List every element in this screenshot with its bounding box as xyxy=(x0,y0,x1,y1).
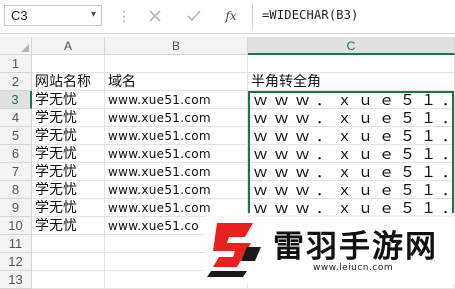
cell-a1[interactable] xyxy=(32,55,105,73)
row-header-2[interactable]: 2 xyxy=(0,73,32,91)
cell-a2[interactable]: 网站名称 xyxy=(32,73,105,91)
insert-function-button[interactable]: fx xyxy=(218,4,244,28)
cell-a8[interactable]: 学无忧 xyxy=(32,181,105,199)
cell-b3[interactable]: www.xue51.com xyxy=(105,91,248,109)
cell-a7[interactable]: 学无忧 xyxy=(32,163,105,181)
row-header-5[interactable]: 5 xyxy=(0,127,32,145)
cell-a6[interactable]: 学无忧 xyxy=(32,145,105,163)
cell-a9[interactable]: 学无忧 xyxy=(32,199,105,217)
row-header-6[interactable]: 6 xyxy=(0,145,32,163)
select-all-triangle-icon xyxy=(21,44,29,52)
column-header-a[interactable]: A xyxy=(32,37,105,55)
cell-c2[interactable]: 半角转全角 xyxy=(248,73,455,91)
cell-a10[interactable]: 学无忧 xyxy=(32,217,105,235)
cell-a3[interactable]: 学无忧 xyxy=(32,91,105,109)
row-header-1[interactable]: 1 xyxy=(0,55,32,73)
row-header-4[interactable]: 4 xyxy=(0,109,32,127)
cell-a4[interactable]: 学无忧 xyxy=(32,109,105,127)
cell-c7[interactable]: ｗｗｗ．ｘｕｅ５１．ｃｏｍ xyxy=(248,163,455,181)
row-header-7[interactable]: 7 xyxy=(0,163,32,181)
fx-icon: fx xyxy=(225,9,237,23)
formula-bar: C3 ▾ ⋮ fx =WIDECHAR(B3) xyxy=(0,0,455,34)
formula-input[interactable]: =WIDECHAR(B3) xyxy=(262,8,359,22)
cancel-button[interactable] xyxy=(142,4,168,28)
cell-b2[interactable]: 域名 xyxy=(105,73,248,91)
column-header-b[interactable]: B xyxy=(105,37,248,55)
vertical-ellipsis-icon: ⋮ xyxy=(117,8,131,24)
cell-c3[interactable]: ｗｗｗ．ｘｕｅ５１．ｃｏｍ xyxy=(248,91,455,109)
chevron-down-icon[interactable]: ▾ xyxy=(91,9,96,20)
cell-a13[interactable] xyxy=(32,271,105,289)
row-header-8[interactable]: 8 xyxy=(0,181,32,199)
cell-b7[interactable]: www.xue51.com xyxy=(105,163,248,181)
row-header-10[interactable]: 10 xyxy=(0,217,32,235)
row-header-11[interactable]: 11 xyxy=(0,235,32,253)
row-header-13[interactable]: 13 xyxy=(0,271,32,289)
enter-button[interactable] xyxy=(181,4,207,28)
row-header-3[interactable]: 3 xyxy=(0,91,32,109)
cell-b1[interactable] xyxy=(105,55,248,73)
cell-c5[interactable]: ｗｗｗ．ｘｕｅ５１．ｃｏｍ xyxy=(248,127,455,145)
cell-a11[interactable] xyxy=(32,235,105,253)
divider xyxy=(252,3,253,30)
cell-b4[interactable]: www.xue51.com xyxy=(105,109,248,127)
name-box[interactable]: C3 ▾ xyxy=(4,5,102,26)
watermark-title: 雷羽手游网 xyxy=(273,229,438,265)
cell-c4[interactable]: ｗｗｗ．ｘｕｅ５１．ｃｏｍ xyxy=(248,109,455,127)
name-box-value: C3 xyxy=(11,8,28,23)
cell-b5[interactable]: www.xue51.com xyxy=(105,127,248,145)
cell-c1[interactable] xyxy=(248,55,455,73)
cell-b6[interactable]: www.xue51.com xyxy=(105,145,248,163)
row-header-12[interactable]: 12 xyxy=(0,253,32,271)
cell-a12[interactable] xyxy=(32,253,105,271)
watermark-url: www.leiucn.com xyxy=(313,263,394,273)
close-icon xyxy=(149,10,161,22)
cell-b8[interactable]: www.xue51.com xyxy=(105,181,248,199)
logo-icon xyxy=(207,223,261,277)
cell-a5[interactable]: 学无忧 xyxy=(32,127,105,145)
select-all-button[interactable] xyxy=(0,37,32,55)
cell-c6[interactable]: ｗｗｗ．ｘｕｅ５１．ｃｏｍ xyxy=(248,145,455,163)
watermark: 雷羽手游网 www.leiucn.com xyxy=(205,213,455,284)
row-header-9[interactable]: 9 xyxy=(0,199,32,217)
cell-c8[interactable]: ｗｗｗ．ｘｕｅ５１．ｃｏｍ xyxy=(248,181,455,199)
check-icon xyxy=(187,10,201,22)
column-header-c[interactable]: C xyxy=(248,37,455,55)
